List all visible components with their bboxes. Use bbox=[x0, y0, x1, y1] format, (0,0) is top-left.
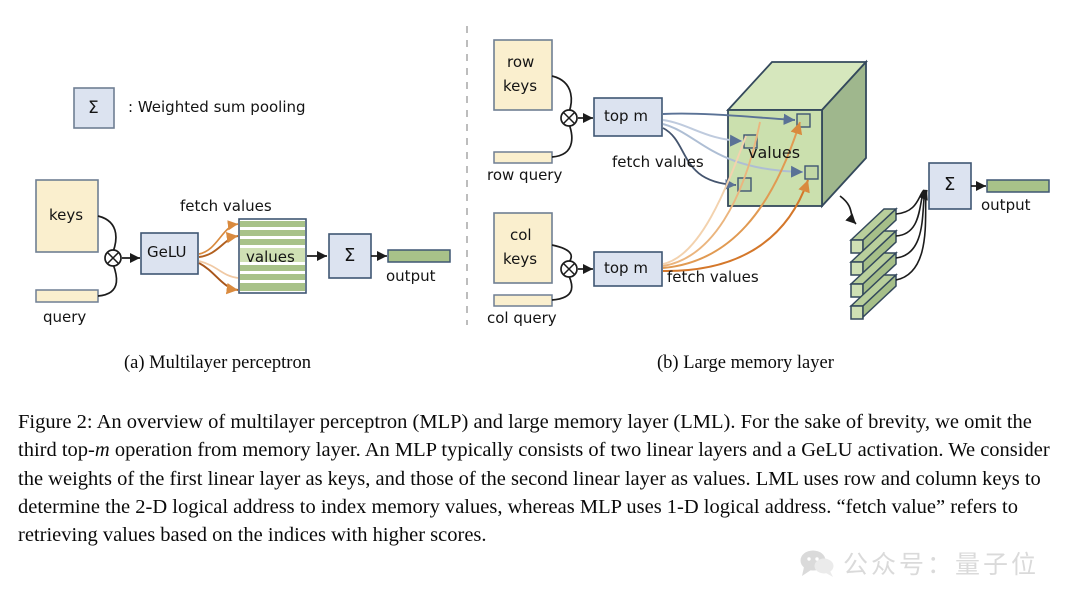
fetch-values-label-b-top: fetch values bbox=[612, 153, 704, 171]
figure-page: Σ : Weighted sum pooling keys query GeLU… bbox=[0, 0, 1080, 598]
sum-symbol-a: Σ bbox=[344, 245, 356, 266]
col-query-to-op-curve bbox=[551, 275, 573, 301]
figure-caption: Figure 2: An overview of multilayer perc… bbox=[18, 408, 1064, 549]
query-bar bbox=[35, 289, 99, 303]
watermark-text: 公众号：量子位 bbox=[843, 550, 1040, 579]
chat-bubble-icon bbox=[800, 550, 834, 577]
row-query-to-op-curve bbox=[551, 123, 573, 158]
topm-label-col: top m bbox=[604, 259, 648, 277]
col-query-label: col query bbox=[487, 309, 557, 327]
query-label: query bbox=[43, 308, 87, 326]
output-label-b: output bbox=[981, 196, 1031, 214]
row-keys-box bbox=[493, 39, 553, 111]
gelu-label: GeLU bbox=[147, 243, 187, 261]
cube-cell-3 bbox=[804, 165, 819, 180]
topm-label-row: top m bbox=[604, 107, 648, 125]
caption-italic-m: m bbox=[94, 439, 110, 462]
col-keys-to-op-curve bbox=[551, 244, 573, 263]
fetch-curve-a3 bbox=[198, 260, 239, 279]
legend-text: : Weighted sum pooling bbox=[128, 98, 306, 116]
values-label-a: values bbox=[246, 248, 295, 266]
row-keys-to-op-curve bbox=[551, 75, 573, 113]
legend-sum-symbol: Σ bbox=[88, 98, 99, 118]
row-query-bar bbox=[493, 151, 553, 164]
figure-graphic: Σ : Weighted sum pooling keys query GeLU… bbox=[0, 0, 1080, 400]
output-bar-b bbox=[986, 179, 1050, 193]
col-keys-label-line2: keys bbox=[503, 250, 538, 268]
caption-prefix: Figure 2: bbox=[18, 411, 93, 433]
row-query-label: row query bbox=[487, 166, 563, 184]
query-to-op-curve bbox=[97, 263, 118, 297]
col-keys-box bbox=[493, 212, 553, 284]
row-keys-label-line2: keys bbox=[503, 77, 538, 95]
fetch-values-label-b-bottom: fetch values bbox=[667, 268, 759, 286]
col-query-bar bbox=[493, 294, 553, 307]
col-keys-label-line1: col bbox=[510, 226, 532, 244]
output-bar-a bbox=[387, 249, 451, 263]
watermark: 公众号：量子位 bbox=[800, 545, 1039, 581]
sum-symbol-b: Σ bbox=[944, 174, 956, 195]
fetch-values-label-a: fetch values bbox=[180, 197, 272, 215]
values-label-b: values bbox=[748, 143, 801, 162]
value-slabs bbox=[849, 207, 898, 320]
keys-to-op-curve bbox=[97, 215, 117, 253]
cube-to-slabs-arrow bbox=[839, 195, 857, 225]
diagram-canvas bbox=[35, 26, 1050, 325]
subcaption-b: (b) Large memory layer bbox=[657, 353, 834, 373]
caption-part2: operation from memory layer. An MLP typi… bbox=[18, 439, 1050, 547]
output-label-a: output bbox=[386, 267, 436, 285]
keys-label: keys bbox=[49, 206, 84, 224]
row-keys-label-line1: row bbox=[507, 53, 535, 71]
subcaption-a: (a) Multilayer perceptron bbox=[124, 353, 311, 373]
